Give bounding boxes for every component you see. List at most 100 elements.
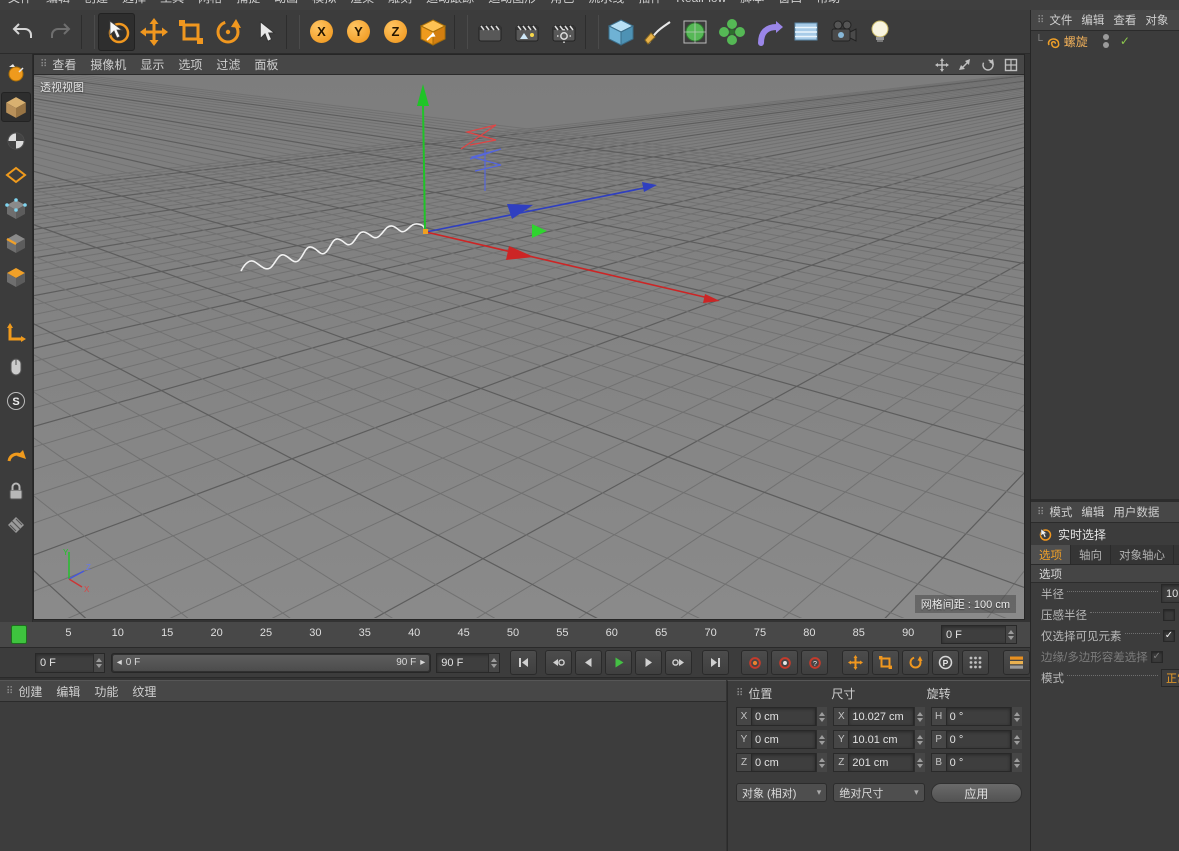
model-mode-button[interactable] <box>1 92 31 122</box>
pan-view-icon[interactable] <box>935 58 949 72</box>
start-frame-spinner[interactable] <box>93 654 104 672</box>
frame-tick-3[interactable]: 15 <box>161 627 173 639</box>
key-pla-toggle[interactable] <box>962 650 989 675</box>
move-tool-button[interactable] <box>135 13 172 51</box>
spinner[interactable] <box>914 730 925 749</box>
position-x-field[interactable]: X0 cm <box>736 707 827 726</box>
polygons-mode-button[interactable] <box>1 262 31 292</box>
radius-field[interactable]: 10 <box>1161 584 1179 603</box>
editor-visibility-dot[interactable] <box>1103 34 1109 40</box>
main-menu-18[interactable]: 窗口 <box>778 0 802 9</box>
object-menu-3[interactable]: 对象 <box>1145 12 1168 28</box>
coordinate-system-button[interactable] <box>414 13 451 51</box>
panel-grip-icon[interactable]: ⠿ <box>40 59 46 70</box>
frame-tick-2[interactable]: 10 <box>112 627 124 639</box>
object-name[interactable]: 螺旋 <box>1064 33 1088 50</box>
play-button[interactable] <box>605 650 632 675</box>
add-cube-button[interactable] <box>602 13 639 51</box>
next-key-button[interactable] <box>665 650 692 675</box>
main-menu-14[interactable]: 流水线 <box>588 0 624 9</box>
keyframe-selection-button[interactable]: ? <box>801 650 828 675</box>
object-tree-area[interactable] <box>1031 51 1179 499</box>
frame-tick-16[interactable]: 80 <box>803 627 815 639</box>
rotation-p-field[interactable]: P0 ° <box>931 730 1022 749</box>
snap-enable-button[interactable]: S <box>1 386 31 416</box>
tab-object-axis[interactable]: 对象轴心 <box>1111 545 1174 564</box>
frame-tick-1[interactable]: 5 <box>65 627 71 639</box>
scale-tool-button[interactable] <box>172 13 209 51</box>
z-axis-lock-button[interactable]: Z <box>377 13 414 51</box>
add-light-button[interactable] <box>861 13 898 51</box>
add-deformer-button[interactable] <box>750 13 787 51</box>
main-menu-5[interactable]: 网格 <box>198 0 222 9</box>
make-editable-button[interactable] <box>1 58 31 88</box>
add-mograph-button[interactable] <box>713 13 750 51</box>
size-x-field[interactable]: X10.027 cm <box>833 707 924 726</box>
edges-mode-button[interactable] <box>1 228 31 258</box>
frame-tick-6[interactable]: 30 <box>309 627 321 639</box>
spinner[interactable] <box>816 707 827 726</box>
prev-frame-button[interactable] <box>575 650 602 675</box>
key-rotation-toggle[interactable] <box>902 650 929 675</box>
tab-axis[interactable]: 轴向 <box>1071 545 1111 564</box>
object-menu-2[interactable]: 查看 <box>1113 12 1136 28</box>
zoom-view-icon[interactable] <box>958 58 972 72</box>
ruler-frame-field[interactable]: 0 F <box>941 625 1017 644</box>
frame-tick-12[interactable]: 60 <box>606 627 618 639</box>
add-environment-button[interactable] <box>787 13 824 51</box>
last-tool-button[interactable] <box>246 13 283 51</box>
viewport-solo-button[interactable] <box>1 352 31 382</box>
material-menu-1[interactable]: 编辑 <box>56 683 80 700</box>
spinner[interactable] <box>914 753 925 772</box>
main-menu-17[interactable]: 脚本 <box>740 0 764 9</box>
main-menu-16[interactable]: RealFlow <box>676 0 726 9</box>
viewport-menu-4[interactable]: 过滤 <box>216 56 240 73</box>
current-frame-marker[interactable] <box>11 625 27 644</box>
spinner[interactable] <box>914 707 925 726</box>
tab-options[interactable]: 选项 <box>1031 545 1071 564</box>
timeline-ruler[interactable]: 051015202530354045505560657075808590 0 F <box>0 622 1030 648</box>
key-position-toggle[interactable] <box>842 650 869 675</box>
goto-start-button[interactable] <box>510 650 537 675</box>
preview-range-slider[interactable]: ◂ 0 F 90 F ▸ <box>111 653 432 673</box>
object-enabled-check-icon[interactable]: ✓ <box>1120 34 1130 48</box>
frame-tick-4[interactable]: 20 <box>210 627 222 639</box>
rotate-workplane-button[interactable] <box>1 442 31 472</box>
main-menu-13[interactable]: 角色 <box>550 0 574 9</box>
next-frame-button[interactable] <box>635 650 662 675</box>
live-selection-tool-button[interactable] <box>98 13 135 51</box>
add-spline-button[interactable] <box>639 13 676 51</box>
main-menu-11[interactable]: 运动跟踪 <box>426 0 474 9</box>
x-axis-lock-button[interactable]: X <box>303 13 340 51</box>
object-menu-0[interactable]: 文件 <box>1049 12 1072 28</box>
material-menu-2[interactable]: 功能 <box>94 683 118 700</box>
object-row-helix[interactable]: └ 螺旋 ✓ <box>1031 31 1179 51</box>
main-menu-9[interactable]: 渲染 <box>350 0 374 9</box>
panel-grip-icon[interactable]: ⠿ <box>6 686 12 697</box>
frame-tick-10[interactable]: 50 <box>507 627 519 639</box>
frame-tick-8[interactable]: 40 <box>408 627 420 639</box>
prev-key-button[interactable] <box>545 650 572 675</box>
rotate-tool-button[interactable] <box>209 13 246 51</box>
visibility-toggles[interactable] <box>1103 34 1109 48</box>
rotation-b-field[interactable]: B0 ° <box>931 753 1022 772</box>
render-view-button[interactable] <box>471 13 508 51</box>
main-menu-0[interactable]: 文件 <box>8 0 32 9</box>
panel-grip-icon[interactable]: ⠿ <box>1037 15 1043 26</box>
tolerance-select-checkbox[interactable]: ✓ <box>1151 651 1163 663</box>
spinner[interactable] <box>1011 753 1022 772</box>
rotation-h-field[interactable]: H0 ° <box>931 707 1022 726</box>
main-menu-2[interactable]: 创建 <box>84 0 108 9</box>
render-settings-button[interactable] <box>545 13 582 51</box>
main-menu-12[interactable]: 运动图形 <box>488 0 536 9</box>
selection-mode-dropdown[interactable]: 正常 <box>1161 669 1179 687</box>
frame-tick-11[interactable]: 55 <box>556 627 568 639</box>
main-menu-19[interactable]: 帮助 <box>816 0 840 9</box>
frame-tick-18[interactable]: 90 <box>902 627 914 639</box>
material-menu-0[interactable]: 创建 <box>18 683 42 700</box>
workplane-mode-button[interactable] <box>1 160 31 190</box>
position-z-field[interactable]: Z0 cm <box>736 753 827 772</box>
main-menu-8[interactable]: 模拟 <box>312 0 336 9</box>
viewport-menu-2[interactable]: 显示 <box>140 56 164 73</box>
attribute-menu-1[interactable]: 编辑 <box>1081 504 1104 520</box>
